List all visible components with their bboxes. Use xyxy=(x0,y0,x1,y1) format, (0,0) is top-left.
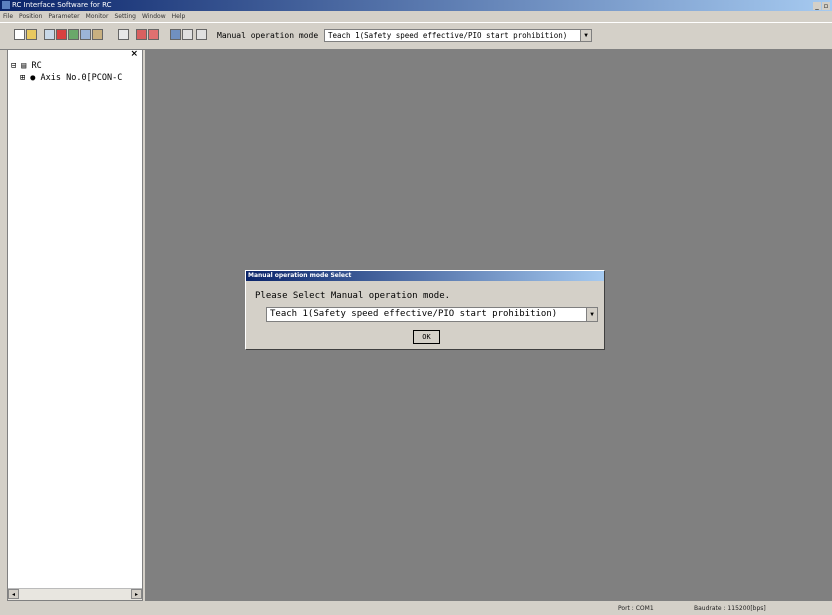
dialog-prompt: Please Select Manual operation mode. xyxy=(255,291,451,301)
axis-tree-panel: × ⊟ ▤ RC ⊞ ● Axis No.0[PCON-C ◂ ▸ xyxy=(7,49,143,601)
tree-item-rc[interactable]: ⊟ ▤ RC xyxy=(11,61,42,71)
grid-icon[interactable] xyxy=(68,29,79,40)
menu-file[interactable]: File xyxy=(0,13,16,20)
dialog-mode-value: Teach 1(Safety speed effective/PIO start… xyxy=(270,309,558,319)
toolbar: Manual operation mode Teach 1(Safety spe… xyxy=(0,22,832,50)
ok-button[interactable]: OK xyxy=(413,330,440,344)
mode-select-dialog: Manual operation mode Select Please Sele… xyxy=(245,270,605,350)
warning-icon[interactable] xyxy=(136,29,147,40)
close-icon[interactable]: × xyxy=(130,49,138,59)
minimize-icon[interactable]: _ xyxy=(813,2,821,10)
menu-window[interactable]: Window xyxy=(139,13,169,20)
window-title: RC Interface Software for RC xyxy=(12,1,112,9)
alarm-icon[interactable] xyxy=(118,29,129,40)
app-icon xyxy=(2,1,10,9)
expand-icon[interactable]: ⊞ xyxy=(20,73,25,83)
tile-icon[interactable] xyxy=(182,29,193,40)
title-bar: RC Interface Software for RC _ ▫ xyxy=(0,0,832,11)
menu-setting[interactable]: Setting xyxy=(111,13,138,20)
arrange-icon[interactable] xyxy=(196,29,207,40)
cascade-icon[interactable] xyxy=(170,29,181,40)
menu-parameter[interactable]: Parameter xyxy=(45,13,82,20)
collapse-icon[interactable]: ⊟ xyxy=(11,61,16,71)
menu-position[interactable]: Position xyxy=(16,13,45,20)
manual-mode-select[interactable]: Teach 1(Safety speed effective/PIO start… xyxy=(324,29,592,42)
new-file-icon[interactable] xyxy=(14,29,25,40)
edit-icon[interactable] xyxy=(44,29,55,40)
axis-icon: ● xyxy=(30,73,36,83)
baudrate-status: Baudrate : 115200[bps] xyxy=(694,605,766,612)
tree-item-axis[interactable]: ⊞ ● Axis No.0[PCON-C xyxy=(20,73,122,83)
chevron-down-icon[interactable]: ▼ xyxy=(580,30,591,41)
window-icon[interactable] xyxy=(80,29,91,40)
menu-monitor[interactable]: Monitor xyxy=(83,13,112,20)
chevron-down-icon[interactable]: ▼ xyxy=(586,308,597,321)
open-folder-icon[interactable] xyxy=(26,29,37,40)
tree-root-label: RC xyxy=(31,61,42,71)
manual-mode-value: Teach 1(Safety speed effective/PIO start… xyxy=(328,31,568,40)
restore-icon[interactable]: ▫ xyxy=(822,2,830,10)
menu-help[interactable]: Help xyxy=(169,13,189,20)
tree-child-label: Axis No.0[PCON-C xyxy=(40,73,123,83)
scroll-left-icon[interactable]: ◂ xyxy=(8,589,19,599)
status-bar: Port : COM1 Baudrate : 115200[bps] xyxy=(0,601,832,615)
stop-icon[interactable] xyxy=(148,29,159,40)
dialog-title: Manual operation mode Select xyxy=(246,271,604,281)
scroll-right-icon[interactable]: ▸ xyxy=(131,589,142,599)
port-status: Port : COM1 xyxy=(618,605,654,612)
record-icon[interactable] xyxy=(56,29,67,40)
dialog-mode-select[interactable]: Teach 1(Safety speed effective/PIO start… xyxy=(266,307,598,322)
controller-icon: ▤ xyxy=(21,61,27,71)
menu-bar: File Position Parameter Monitor Setting Windo… xyxy=(0,11,832,22)
chart-icon[interactable] xyxy=(92,29,103,40)
horizontal-scrollbar[interactable]: ◂ ▸ xyxy=(8,588,142,600)
manual-mode-label: Manual operation mode xyxy=(217,31,319,40)
